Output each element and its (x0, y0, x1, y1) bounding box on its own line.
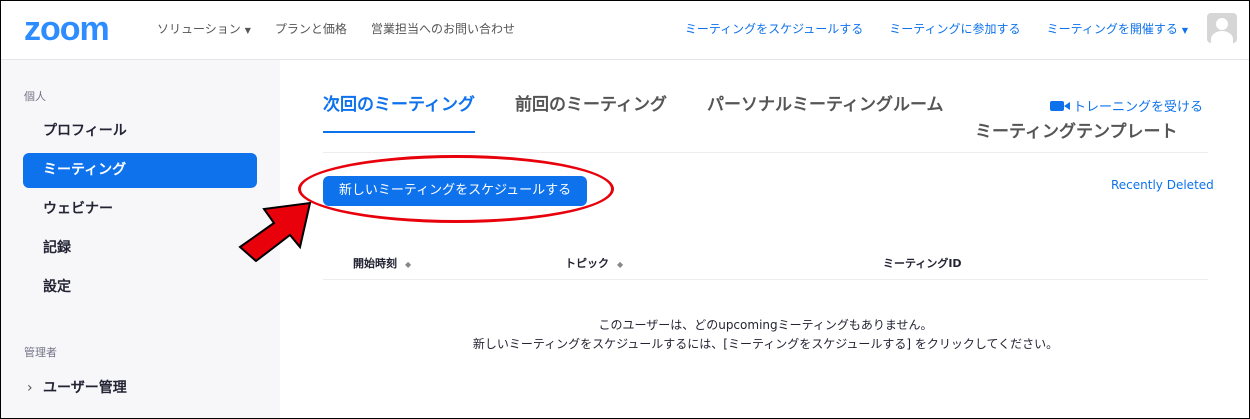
empty-state-line-2: 新しいミーティングをスケジュールするには、[ミーティングをスケジュールする] を… (472, 337, 1059, 351)
sort-icon: ◆ (405, 260, 412, 269)
tab-personal-meeting-room[interactable]: パーソナルミーティングルーム (707, 90, 943, 133)
top-header: zoom ソリューション ▼ プランと価格 営業担当へのお問い合わせ ミーティング… (0, 0, 1250, 60)
nav-host-meeting[interactable]: ミーティングを開催する ▼ (1047, 20, 1188, 37)
sidebar-item-profile[interactable]: プロフィール (23, 114, 257, 149)
caret-down-icon: ▼ (244, 26, 251, 35)
video-camera-icon (1050, 100, 1070, 111)
tab-upcoming-meetings[interactable]: 次回のミーティング (323, 90, 475, 133)
nav-plans-pricing[interactable]: プランと価格 (275, 20, 347, 37)
sidebar-item-user-management[interactable]: › ユーザー管理 (23, 371, 257, 406)
recently-deleted-link[interactable]: Recently Deleted (1111, 178, 1214, 192)
nav-schedule-meeting[interactable]: ミーティングをスケジュールする (685, 20, 863, 37)
column-meeting-id: ミーティングID (883, 257, 962, 270)
meeting-tabs: 次回のミーティング 前回のミーティング パーソナルミーティングルーム (323, 90, 943, 133)
empty-state-line-1: このユーザーは、どのupcomingミーティングもありません。 (598, 318, 933, 332)
column-topic[interactable]: トピック ◆ (565, 255, 623, 271)
tab-meeting-templates[interactable]: ミーティングテンプレート (975, 117, 1177, 142)
sidebar-item-settings[interactable]: 設定 (23, 270, 257, 305)
nav-contact-sales[interactable]: 営業担当へのお問い合わせ (371, 20, 515, 37)
empty-state-message: このユーザーは、どのupcomingミーティングもありません。 新しいミーティン… (323, 316, 1208, 354)
tab-previous-meetings[interactable]: 前回のミーティング (515, 90, 667, 133)
sidebar-item-webinars[interactable]: ウェビナー (23, 192, 257, 227)
sidebar-item-recordings[interactable]: 記録 (23, 231, 257, 266)
nav-solutions[interactable]: ソリューション ▼ (157, 20, 251, 37)
nav-left: ソリューション ▼ プランと価格 営業担当へのお問い合わせ (157, 20, 515, 37)
tab-divider (323, 152, 1208, 153)
zoom-logo[interactable]: zoom (24, 10, 110, 48)
training-link[interactable]: トレーニングを受ける (1050, 96, 1203, 115)
nav-right: ミーティングをスケジュールする ミーティングに参加する ミーティングを開催する ▼ (685, 20, 1188, 37)
column-start-time[interactable]: 開始時刻 ◆ (353, 255, 411, 271)
chevron-right-icon: › (27, 380, 33, 396)
sidebar-section-personal: 個人 (24, 90, 46, 103)
annotation-arrow-icon (238, 201, 312, 263)
sort-icon: ◆ (617, 260, 624, 269)
caret-down-icon: ▼ (1181, 26, 1188, 35)
meetings-table-header: 開始時刻 ◆ トピック ◆ ミーティングID (323, 252, 1208, 280)
user-avatar-icon[interactable] (1207, 13, 1237, 43)
sidebar-item-meetings[interactable]: ミーティング (23, 153, 257, 188)
nav-join-meeting[interactable]: ミーティングに参加する (889, 20, 1020, 37)
sidebar-section-admin: 管理者 (24, 346, 57, 359)
annotation-ellipse (298, 155, 614, 223)
